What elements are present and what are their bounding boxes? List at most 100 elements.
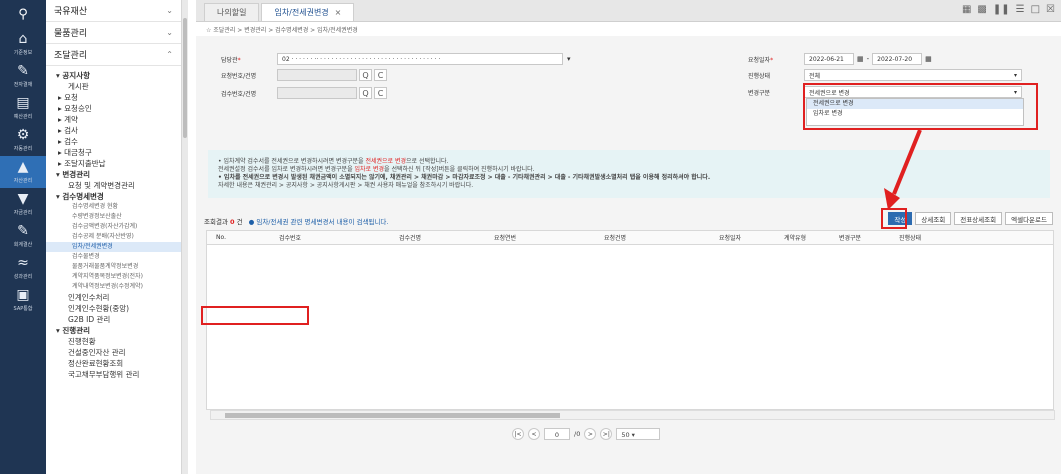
menu-item[interactable]: ▸ 검수 [46, 136, 181, 147]
menu-item[interactable]: 정산완료현황조회 [46, 358, 181, 369]
status-label: 진행상태 [748, 72, 771, 80]
grid-column-header[interactable]: 계약유형 [765, 233, 825, 242]
owner-field[interactable]: 02 · · · · · · ·· · · · · · · · · · · · … [277, 53, 563, 65]
menu-item[interactable]: 게시판 [46, 81, 181, 92]
menu-item[interactable]: ▸ 요청 [46, 92, 181, 103]
side-menu: 국유재산 ⌄ 물품관리 ⌄ 조달관리 ⌃ ▾ 공지사항 게시판 ▸ 요청 ▸ 요청승인 ▸ 계… [46, 0, 182, 474]
request-number-input[interactable] [277, 69, 357, 81]
excel-download-button[interactable]: 엑셀다운로드 [1005, 212, 1053, 225]
help-icon[interactable]: ▦ [962, 4, 971, 15]
menu-item[interactable]: 계약내역정보변경(수정계약) [46, 282, 181, 292]
prev-page-button[interactable]: < [528, 428, 540, 440]
menu-item[interactable]: 검수공제 분배(자산반영) [46, 232, 181, 242]
reset-button[interactable]: C [374, 69, 387, 81]
voucher-detail-button[interactable]: 전표상세조회 [954, 212, 1003, 225]
menu-item[interactable]: ▾ 검수명세변경 [46, 191, 181, 202]
first-page-button[interactable]: |< [512, 428, 524, 440]
menu-item[interactable]: ▾ 진행관리 [46, 325, 181, 336]
grid-column-header[interactable]: 요청연번 [475, 233, 535, 242]
menu-section-national-property[interactable]: 국유재산 ⌄ [46, 0, 181, 22]
rail-item[interactable]: ▣ SAP통합 [0, 284, 46, 316]
reset-button[interactable]: C [374, 87, 387, 99]
pager: |< < 0 /0 > >| 50 ▾ [512, 428, 661, 440]
menu-item[interactable]: 검수명세변경 현황 [46, 202, 181, 212]
owner-label: 담당관* [221, 56, 241, 64]
status-select[interactable]: 전체 ▾ [804, 69, 1022, 81]
grid-column-header[interactable]: 검수건명 [345, 233, 475, 242]
grid-column-header[interactable]: 진행상태 [875, 233, 945, 242]
close-icon[interactable]: × [335, 8, 342, 17]
grid-column-header[interactable]: 요청건명 [535, 233, 695, 242]
menu-section-procurement[interactable]: 조달관리 ⌃ [46, 44, 181, 66]
layout-icon[interactable]: ▩ [977, 4, 986, 15]
menu-item[interactable]: 인계인수현황(중앙) [46, 303, 181, 314]
close-window-icon[interactable]: ☒ [1046, 4, 1055, 15]
menu-item[interactable]: ▸ 조달지출반납 [46, 158, 181, 169]
breadcrumb: ☆ 조달관리 > 변경관리 > 검수명세변경 > 임차/전세권변경 [196, 22, 1061, 36]
menu-item[interactable]: ▾ 공지사항 [46, 70, 181, 81]
date-from-input[interactable]: 2022-06-21 [804, 53, 854, 65]
rail-item[interactable]: ✎ 전자결재 [0, 60, 46, 92]
rail-item[interactable]: ▼ 자금관리 [0, 188, 46, 220]
rail-item[interactable]: ⌂ 기준정보 [0, 28, 46, 60]
result-grid: No. 검수번호 검수건명 요청연번 요청건명 요청일자 계약유형 변경구분 진행상태 [206, 230, 1054, 410]
menu-item[interactable]: 건설중인자산 관리 [46, 347, 181, 358]
home-icon: ⌂ [18, 31, 28, 47]
page-size-select[interactable]: 50 ▾ [616, 428, 661, 440]
menu-item[interactable]: 인계인수처리 [46, 292, 181, 303]
menu-item[interactable]: 수량변경정보산출산 [46, 212, 181, 222]
search-icon[interactable]: ⚲ [0, 0, 46, 28]
grid-column-header[interactable]: 요청일자 [695, 233, 765, 242]
grid-column-header[interactable]: 검수번호 [235, 233, 345, 242]
chevron-down-icon[interactable]: ▾ [567, 55, 571, 63]
asset-icon: ▲ [17, 159, 29, 175]
menu-item[interactable]: 계약지역품목정보변경(전자) [46, 272, 181, 282]
menu-item[interactable]: ▸ 대금청구 [46, 147, 181, 158]
menu-item[interactable]: G2B ID 관리 [46, 314, 181, 325]
rail-item[interactable]: ⚙ 자동관리 [0, 124, 46, 156]
menu-item[interactable]: ▸ 검사 [46, 125, 181, 136]
tab-lease-change[interactable]: 임차/전세권변경 × [261, 3, 355, 21]
date-to-input[interactable]: 2022-07-20 [872, 53, 923, 65]
menu-item[interactable]: ▸ 계약 [46, 114, 181, 125]
menu-item-label: 변경관리 [62, 170, 90, 179]
menu-item[interactable]: ▾ 변경관리 [46, 169, 181, 180]
page-input[interactable]: 0 [544, 428, 570, 440]
columns-icon[interactable]: ❚❚ [993, 4, 1010, 15]
menu-item[interactable]: 요청 및 계약변경관리 [46, 180, 181, 191]
menu-item[interactable]: 국고채무부담행위 관리 [46, 369, 181, 380]
menu-item[interactable]: 물품거래물품계약정보변경 [46, 262, 181, 272]
search-button[interactable]: Q [359, 87, 372, 99]
calendar-icon[interactable]: ▦ [925, 55, 932, 63]
menu-item-label: 검수금액변경(자산가감계) [72, 223, 138, 230]
menu-item-label: 진행현황 [68, 337, 96, 346]
search-button[interactable]: Q [359, 69, 372, 81]
inspect-number-input[interactable] [277, 87, 357, 99]
window-icon[interactable]: □ [1031, 4, 1040, 15]
menu-item[interactable]: 검수물변경 [46, 252, 181, 262]
menu-section-goods[interactable]: 물품관리 ⌄ [46, 22, 181, 44]
calendar-icon[interactable]: ▦ [857, 55, 864, 63]
tab-bar: 나의할일 임차/전세권변경 × [196, 0, 1061, 22]
grid-column-header[interactable]: 변경구분 [825, 233, 875, 242]
grid-horizontal-scrollbar[interactable] [210, 410, 1055, 420]
menu-item[interactable]: 진행현황 [46, 336, 181, 347]
menu-item-label: 진행관리 [62, 326, 90, 335]
rail-item-label: 예산관리 [13, 114, 33, 120]
rail-item[interactable]: ▲ 자산관리 [0, 156, 46, 188]
rail-item[interactable]: ▤ 예산관리 [0, 92, 46, 124]
menu-scrollbar[interactable] [182, 0, 188, 474]
last-page-button[interactable]: >| [600, 428, 613, 440]
rail-item[interactable]: ≈ 성과관리 [0, 252, 46, 284]
rail-item[interactable]: ✎ 회계결산 [0, 220, 46, 252]
detail-button[interactable]: 상세조회 [915, 212, 952, 225]
grid-column-header[interactable]: No. [207, 234, 235, 241]
menu-icon[interactable]: ☰ [1016, 4, 1025, 15]
next-page-button[interactable]: > [584, 428, 597, 440]
menu-item[interactable]: 임차/전세권변경 [46, 242, 181, 252]
menu-item[interactable]: ▸ 요청승인 [46, 103, 181, 114]
result-message: ● 임차/전세권 관련 명세변경서 내용이 검색됩니다. [248, 218, 389, 226]
tab-my-tasks[interactable]: 나의할일 [204, 3, 260, 21]
menu-item[interactable]: 검수금액변경(자산가감계) [46, 222, 181, 232]
chevron-up-icon: ⌃ [166, 50, 173, 59]
